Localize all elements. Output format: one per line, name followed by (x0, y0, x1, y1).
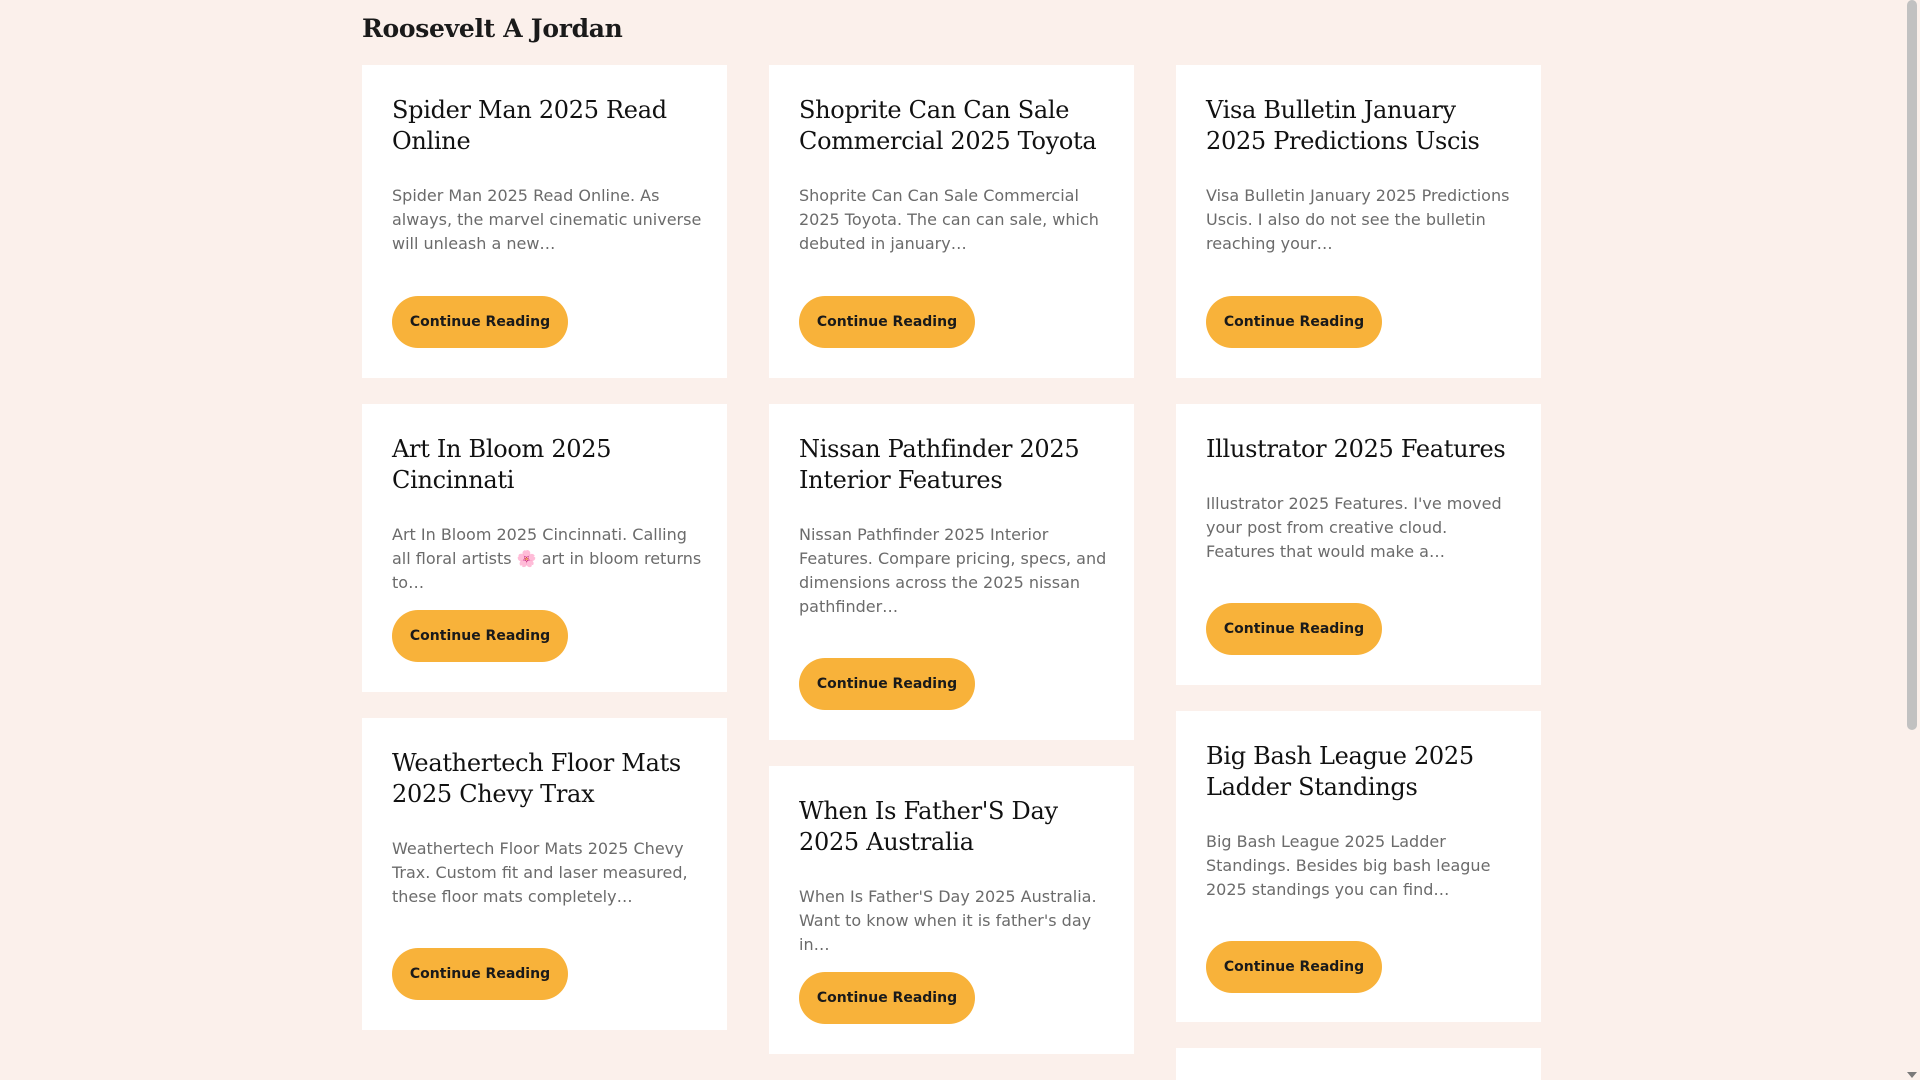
post-card: Spider Man 2025 Read Online Spider Man 2… (362, 65, 727, 378)
post-title[interactable]: Weathertech Floor Mats 2025 Chevy Trax (392, 748, 697, 810)
post-excerpt: Nissan Pathfinder 2025 Interior Features… (799, 525, 1107, 616)
continue-reading-button[interactable]: Continue Reading (1206, 603, 1382, 655)
site-title[interactable]: Roosevelt A Jordan (362, 14, 623, 43)
continue-reading-button[interactable]: Continue Reading (799, 658, 975, 710)
post-excerpt: Art In Bloom 2025 Cincinnati. Calling al… (392, 525, 702, 592)
post-title[interactable]: Art In Bloom 2025 Cincinnati (392, 434, 697, 496)
post-card: Weathertech Floor Mats 2025 Chevy Trax W… (362, 718, 727, 1030)
post-title[interactable]: Nissan Pathfinder 2025 Interior Features (799, 434, 1104, 496)
scroll-down-arrow-icon[interactable] (1907, 1072, 1917, 1078)
post-excerpt: Illustrator 2025 Features. I've moved yo… (1206, 494, 1502, 561)
post-title[interactable]: Shoprite Can Can Sale Commercial 2025 To… (799, 95, 1104, 157)
post-excerpt: Big Bash League 2025 Ladder Standings. B… (1206, 832, 1491, 899)
post-card: Illustrator 2025 Features Illustrator 20… (1176, 404, 1541, 685)
post-excerpt: Weathertech Floor Mats 2025 Chevy Trax. … (392, 839, 688, 906)
post-excerpt: When Is Father'S Day 2025 Australia. Wan… (799, 887, 1097, 954)
post-excerpt: Visa Bulletin January 2025 Predictions U… (1206, 186, 1510, 253)
continue-reading-button[interactable]: Continue Reading (392, 296, 568, 348)
post-title[interactable]: Big Bash League 2025 Ladder Standings (1206, 741, 1511, 803)
continue-reading-button[interactable]: Continue Reading (799, 296, 975, 348)
post-card: When Is Father'S Day 2025 Australia When… (769, 766, 1134, 1054)
post-card: Art In Bloom 2025 Cincinnati Art In Bloo… (362, 404, 727, 692)
post-card: Shoprite Can Can Sale Commercial 2025 To… (769, 65, 1134, 378)
scrollbar-thumb[interactable] (1907, 0, 1917, 730)
post-title[interactable]: Visa Bulletin January 2025 Predictions U… (1206, 95, 1511, 157)
post-title[interactable]: When Is Father'S Day 2025 Australia (799, 796, 1104, 858)
post-title[interactable]: Illustrator 2025 Features (1206, 434, 1511, 465)
continue-reading-button[interactable]: Continue Reading (1206, 941, 1382, 993)
post-title[interactable]: Spider Man 2025 Read Online (392, 95, 697, 157)
post-excerpt: Shoprite Can Can Sale Commercial 2025 To… (799, 186, 1099, 253)
continue-reading-button[interactable]: Continue Reading (392, 610, 568, 662)
scrollbar[interactable] (1905, 0, 1920, 1080)
post-card: Visa Bulletin January 2025 Predictions U… (1176, 65, 1541, 378)
continue-reading-button[interactable]: Continue Reading (392, 948, 568, 1000)
post-card (1176, 1048, 1541, 1080)
post-excerpt: Spider Man 2025 Read Online. As always, … (392, 186, 702, 253)
post-card: Big Bash League 2025 Ladder Standings Bi… (1176, 711, 1541, 1022)
continue-reading-button[interactable]: Continue Reading (1206, 296, 1382, 348)
continue-reading-button[interactable]: Continue Reading (799, 972, 975, 1024)
post-card: Nissan Pathfinder 2025 Interior Features… (769, 404, 1134, 740)
